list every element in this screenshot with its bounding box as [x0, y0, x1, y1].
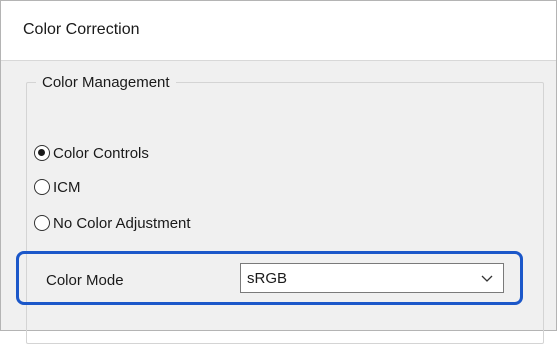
radio-color-controls[interactable]: Color Controls [34, 142, 149, 164]
radio-button-icon[interactable] [34, 179, 50, 195]
chevron-down-icon[interactable] [481, 272, 493, 284]
radio-label-color-controls: Color Controls [53, 144, 149, 162]
color-mode-value: sRGB [247, 269, 288, 287]
radio-label-icm: ICM [53, 178, 81, 196]
radio-button-selected-icon[interactable] [34, 145, 50, 161]
radio-button-icon[interactable] [34, 215, 50, 231]
dialog-title: Color Correction [23, 21, 140, 38]
color-mode-label: Color Mode [46, 272, 124, 289]
radio-icm[interactable]: ICM [34, 176, 81, 198]
radio-label-no-color-adjustment: No Color Adjustment [53, 214, 191, 232]
title-bar: Color Correction [1, 1, 556, 61]
color-mode-select[interactable]: sRGB [240, 263, 504, 293]
color-management-legend: Color Management [36, 74, 176, 91]
radio-no-color-adjustment[interactable]: No Color Adjustment [34, 212, 191, 234]
